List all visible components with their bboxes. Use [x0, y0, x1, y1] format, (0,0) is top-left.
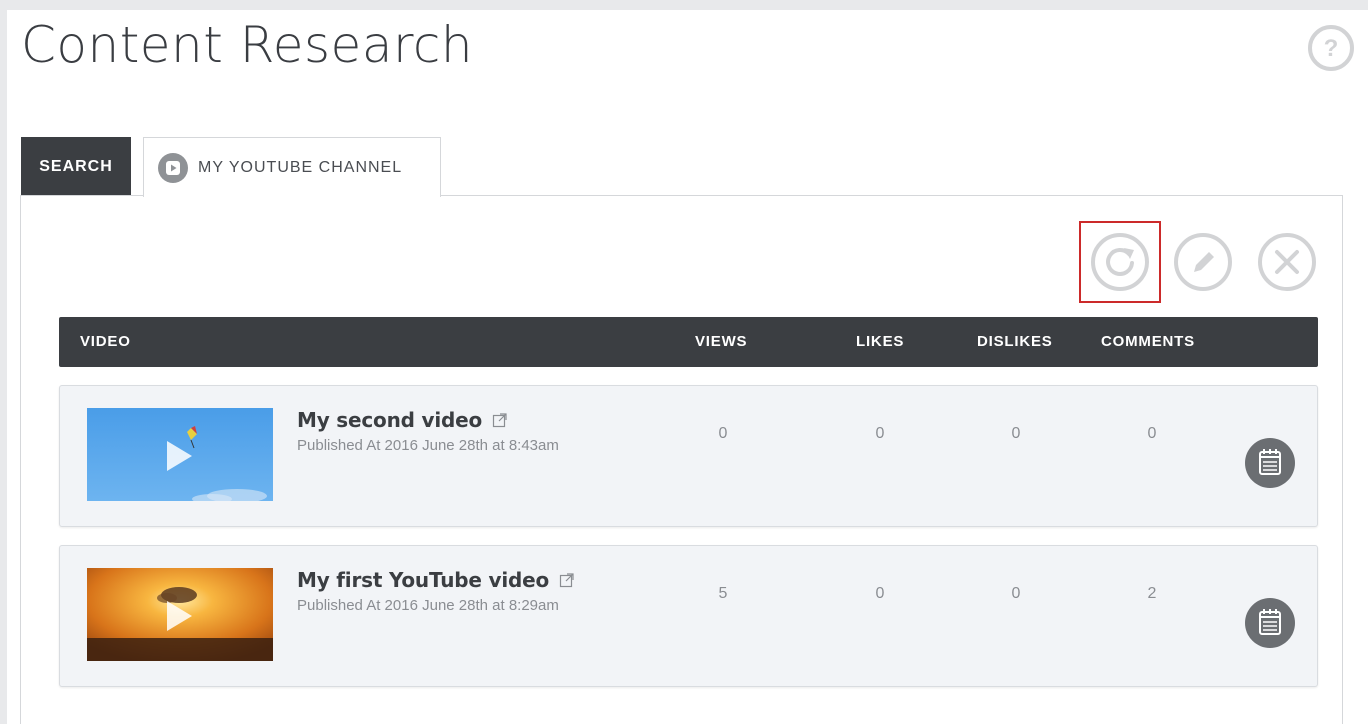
table-row: My first YouTube video Published At 2016…: [59, 545, 1318, 687]
table-header: VIDEO VIEWS LIKES DISLIKES COMMENTS: [59, 317, 1318, 367]
tab-search[interactable]: SEARCH: [21, 137, 131, 196]
published-date: Published At 2016 June 28th at 8:29am: [297, 597, 559, 614]
external-link-icon: [559, 573, 574, 588]
dislikes-value: 0: [1011, 585, 1021, 602]
svg-text:?: ?: [1324, 35, 1339, 62]
play-circle-icon: [158, 152, 188, 183]
page-title: Content Research: [21, 16, 474, 74]
schedule-button[interactable]: [1245, 598, 1295, 648]
pencil-icon: [1174, 233, 1232, 291]
likes-value: 0: [875, 585, 885, 602]
comments-value: 0: [1147, 425, 1157, 442]
column-dislikes: DISLIKES: [977, 333, 1053, 350]
refresh-icon: [1091, 233, 1149, 291]
calendar-icon: [1245, 598, 1295, 648]
external-link-icon: [492, 413, 507, 428]
refresh-button[interactable]: [1090, 232, 1150, 292]
page: Content Research ? SEARCH MY YOUTUBE CHA…: [7, 10, 1368, 724]
video-title: My first YouTube video: [297, 568, 550, 592]
delete-button[interactable]: [1257, 232, 1317, 292]
views-value: 0: [718, 425, 728, 442]
tab-search-label: SEARCH: [39, 157, 113, 175]
video-title-link[interactable]: My second video: [297, 408, 508, 432]
calendar-icon: [1245, 438, 1295, 488]
help-icon[interactable]: ?: [1307, 24, 1355, 72]
comments-value: 2: [1147, 585, 1157, 602]
schedule-button[interactable]: [1245, 438, 1295, 488]
close-icon: [1258, 233, 1316, 291]
video-title: My second video: [297, 408, 482, 432]
dislikes-value: 0: [1011, 425, 1021, 442]
tab-my-youtube-channel[interactable]: MY YOUTUBE CHANNEL: [143, 137, 441, 197]
video-thumbnail[interactable]: [87, 408, 273, 501]
views-value: 5: [718, 585, 728, 602]
column-comments: COMMENTS: [1101, 333, 1195, 350]
channel-panel: VIDEO VIEWS LIKES DISLIKES COMMENTS My s…: [20, 195, 1343, 724]
column-views: VIEWS: [695, 333, 748, 350]
likes-value: 0: [875, 425, 885, 442]
video-thumbnail[interactable]: [87, 568, 273, 661]
table-row: My second video Published At 2016 June 2…: [59, 385, 1318, 527]
column-likes: LIKES: [856, 333, 905, 350]
tab-youtube-label: MY YOUTUBE CHANNEL: [198, 158, 403, 176]
edit-button[interactable]: [1173, 232, 1233, 292]
published-date: Published At 2016 June 28th at 8:43am: [297, 437, 559, 454]
column-video: VIDEO: [80, 333, 131, 350]
video-title-link[interactable]: My first YouTube video: [297, 568, 575, 592]
